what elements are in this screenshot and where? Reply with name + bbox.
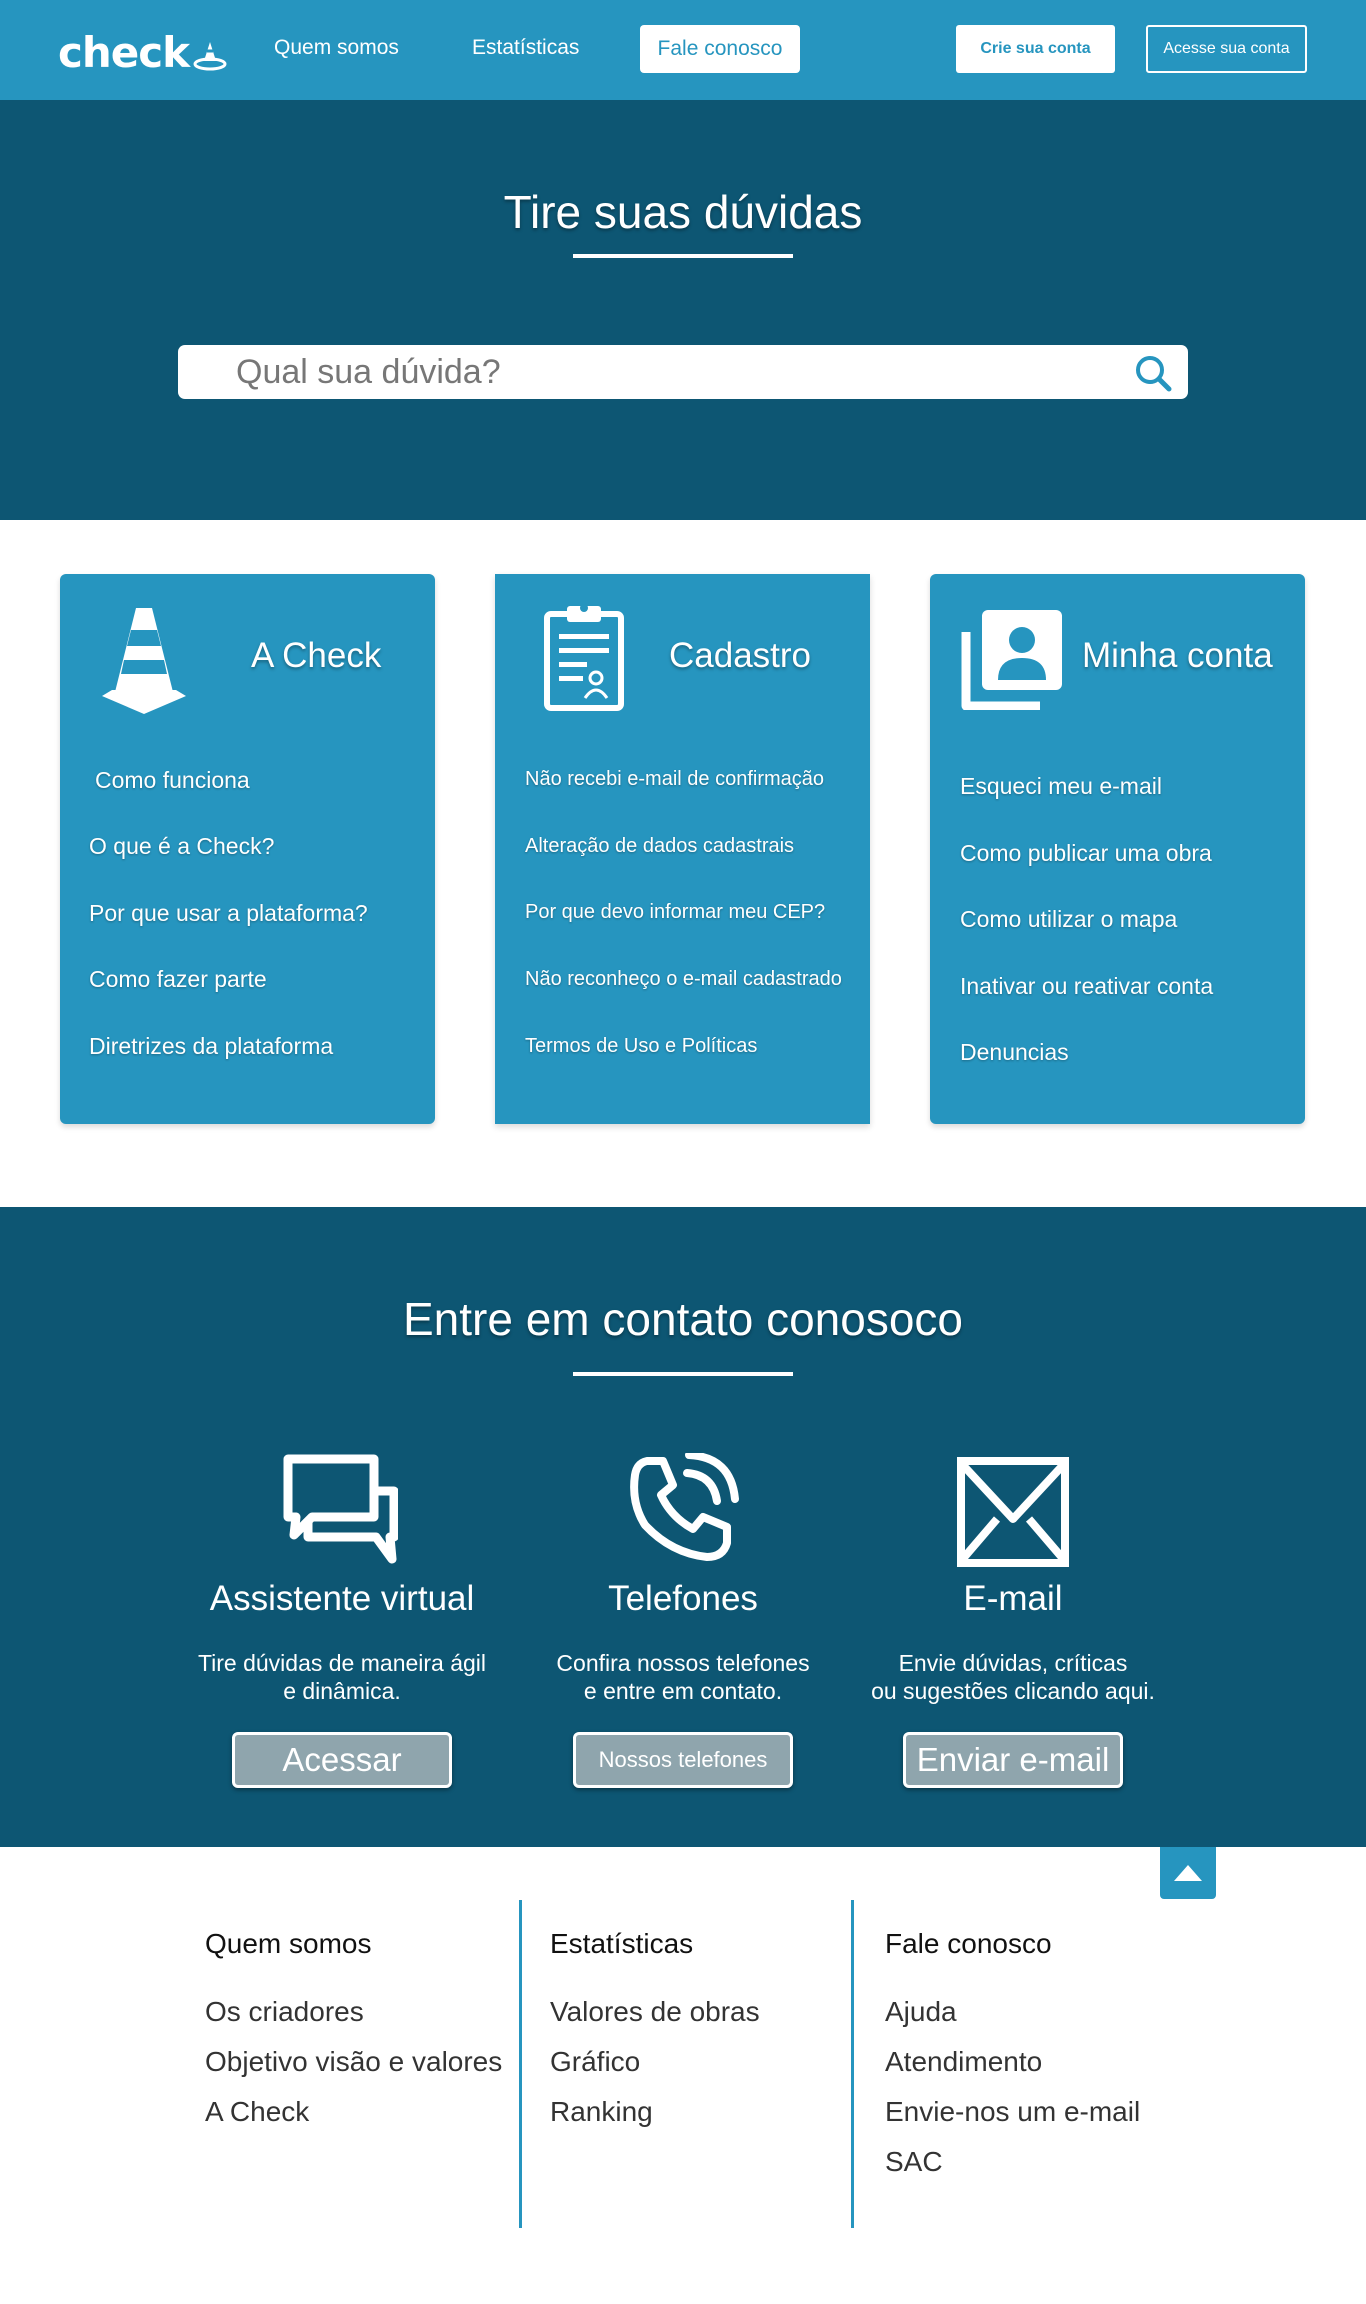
contact-col-desc: ou sugestões clicando aqui. [871, 1678, 1155, 1704]
search-icon[interactable] [1134, 354, 1172, 392]
footer-link[interactable]: Valores de obras [550, 1996, 760, 2028]
acessar-button[interactable]: Acessar [232, 1732, 452, 1788]
nav-link-fale-conosco[interactable]: Fale conosco [640, 25, 800, 73]
contact-col-title: E-mail [963, 1579, 1063, 1618]
contact-col-desc: Tire dúvidas de maneira ágil [197, 1650, 487, 1676]
cone-logo-icon [193, 41, 227, 70]
contact-col-title: Telefones [608, 1579, 758, 1618]
card-link[interactable]: Como funciona [95, 767, 250, 794]
card-link[interactable]: Por que usar a plataforma? [89, 900, 368, 927]
card-link[interactable]: Como publicar uma obra [960, 840, 1212, 867]
card-link[interactable]: Termos de Uso e Políticas [525, 1035, 757, 1058]
envelope-icon [957, 1457, 1069, 1567]
arrow-up-icon [1174, 1865, 1202, 1881]
footer-divider [851, 1900, 854, 2228]
footer-link[interactable]: Envie-nos um e-mail [885, 2096, 1140, 2128]
footer-link[interactable]: Ranking [550, 2096, 653, 2128]
faq-hero: Tire suas dúvidas [0, 100, 1366, 520]
contact-section: Entre em contato conosoco Assistente vir… [0, 1207, 1366, 1847]
contact-col-desc: e dinâmica. [283, 1678, 401, 1704]
footer-link[interactable]: Atendimento [885, 2046, 1042, 2078]
back-to-top-button[interactable] [1160, 1847, 1216, 1899]
title-underline [573, 254, 793, 258]
card-title: A Check [251, 636, 382, 675]
contact-col-desc: Confira nossos telefones [556, 1650, 810, 1676]
check-logo[interactable]: check [58, 28, 227, 77]
card-a-check: A Check Como funciona O que é a Check? P… [60, 574, 435, 1124]
contact-col-desc: e entre em contato. [583, 1678, 783, 1704]
card-title: Minha conta [1082, 636, 1273, 675]
search-bar [178, 345, 1188, 399]
card-link[interactable]: Esqueci meu e-mail [960, 773, 1162, 800]
logo-text: check [58, 28, 190, 77]
footer-link[interactable]: Os criadores [205, 1996, 364, 2028]
footer-link[interactable]: Ajuda [885, 1996, 957, 2028]
card-minha-conta: Minha conta Esqueci meu e-mail Como publ… [930, 574, 1305, 1124]
footer-link[interactable]: A Check [205, 2096, 309, 2128]
card-cadastro: Cadastro Não recebi e-mail de confirmaçã… [495, 574, 870, 1124]
hero-title: Tire suas dúvidas [503, 186, 863, 238]
nossos-telefones-button[interactable]: Nossos telefones [573, 1732, 793, 1788]
card-link[interactable]: Como fazer parte [89, 966, 267, 993]
footer-link[interactable]: Gráfico [550, 2046, 640, 2078]
card-link[interactable]: O que é a Check? [89, 833, 274, 860]
clipboard-user-icon [544, 604, 624, 711]
card-link[interactable]: Diretrizes da plataforma [89, 1033, 333, 1060]
title-underline [573, 1372, 793, 1376]
top-navbar: check Quem somos Estatísticas Fale conos… [0, 0, 1366, 100]
contact-col-title: Assistente virtual [209, 1579, 475, 1618]
card-title: Cadastro [669, 636, 812, 675]
card-link[interactable]: Alteração de dados cadastrais [525, 835, 794, 858]
footer-link[interactable]: Objetivo visão e valores [205, 2046, 502, 2078]
contact-col-desc: Envie dúvidas, críticas [898, 1650, 1128, 1676]
footer-divider [519, 1900, 522, 2228]
phone-icon [630, 1453, 739, 1561]
card-link[interactable]: Como utilizar o mapa [960, 906, 1177, 933]
create-account-button[interactable]: Crie sua conta [956, 25, 1115, 73]
footer-heading: Fale conosco [885, 1928, 1052, 1959]
search-input[interactable] [236, 345, 1116, 399]
footer-link[interactable]: SAC [885, 2146, 943, 2178]
chat-bubbles-icon [283, 1454, 398, 1564]
nav-link-estatisticas[interactable]: Estatísticas [472, 36, 579, 60]
card-link[interactable]: Inativar ou reativar conta [960, 973, 1213, 1000]
nav-link-quem-somos[interactable]: Quem somos [274, 36, 399, 60]
traffic-cone-icon [102, 608, 186, 714]
user-profile-icon [961, 610, 1062, 710]
card-link[interactable]: Denuncias [960, 1039, 1069, 1066]
card-link[interactable]: Por que devo informar meu CEP? [525, 901, 825, 924]
card-link[interactable]: Não reconheço o e-mail cadastrado [525, 968, 842, 991]
card-link[interactable]: Não recebi e-mail de confirmação [525, 768, 824, 791]
contact-title: Entre em contato conosoco [403, 1293, 963, 1345]
enviar-email-button[interactable]: Enviar e-mail [903, 1732, 1123, 1788]
footer-heading: Quem somos [205, 1928, 372, 1959]
access-account-button[interactable]: Acesse sua conta [1146, 25, 1307, 73]
footer-heading: Estatísticas [550, 1928, 694, 1959]
